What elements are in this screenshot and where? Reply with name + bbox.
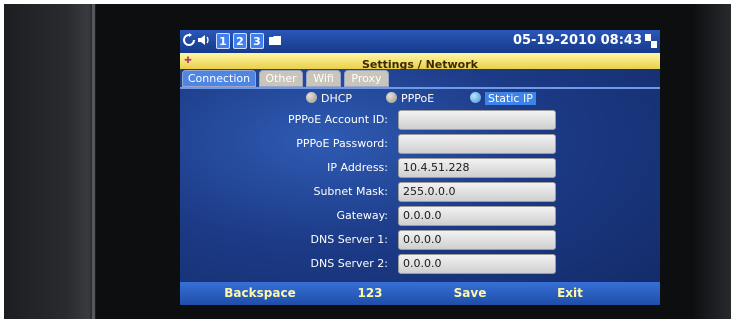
radio-static-ip[interactable]: Static IP	[470, 91, 536, 107]
line-3-indicator: 3	[250, 33, 264, 49]
input-mode-softkey[interactable]: 123	[340, 282, 400, 305]
photo-background: 1 2 3 05-19-2010 08:43 ✚ Settings / Netw…	[0, 0, 735, 323]
exit-softkey[interactable]: Exit	[540, 282, 600, 305]
backspace-softkey[interactable]: Backspace	[210, 282, 310, 305]
line-1-indicator: 1	[216, 33, 230, 49]
subnet-mask-input[interactable]: 255.0.0.0	[398, 182, 556, 202]
line-2-indicator: 2	[233, 33, 247, 49]
speaker-icon	[197, 33, 213, 49]
folder-icon	[268, 33, 282, 49]
tab-other[interactable]: Other	[259, 70, 303, 87]
date-time: 05-19-2010 08:43	[512, 33, 642, 48]
app-icon: ✚	[184, 56, 192, 66]
device-right-panel	[695, 0, 735, 323]
subnet-mask-label: Subnet Mask:	[313, 185, 388, 198]
softkey-bar: Backspace 123 Save Exit	[180, 282, 660, 305]
dns-server-1-label: DNS Server 1:	[310, 233, 388, 246]
radio-label: PPPoE	[401, 92, 435, 105]
save-softkey[interactable]: Save	[440, 282, 500, 305]
device-side-panel	[0, 0, 96, 323]
radio-label: DHCP	[321, 92, 353, 105]
radio-dhcp[interactable]: DHCP	[306, 91, 352, 107]
radio-pppoe[interactable]: PPPoE	[386, 91, 434, 107]
gateway-input[interactable]: 0.0.0.0	[398, 206, 556, 226]
lcd-screen: 1 2 3 05-19-2010 08:43 ✚ Settings / Netw…	[180, 30, 660, 305]
tab-connection[interactable]: Connection	[182, 70, 256, 87]
radio-button-icon	[306, 92, 317, 103]
pppoe-password-label: PPPoE Password:	[296, 137, 388, 150]
pppoe-account-id-label: PPPoE Account ID:	[287, 113, 388, 126]
device-edge	[92, 0, 95, 323]
dns-server-2-label: DNS Server 2:	[310, 257, 388, 270]
tab-wifi[interactable]: Wifi	[306, 70, 341, 87]
radio-selected-icon	[470, 92, 481, 103]
status-bar: 1 2 3 05-19-2010 08:43	[180, 30, 660, 53]
ip-address-label: IP Address:	[327, 161, 388, 174]
dns-server-2-input[interactable]: 0.0.0.0	[398, 254, 556, 274]
pppoe-account-id-input[interactable]	[398, 110, 556, 130]
title-bar: ✚ Settings / Network	[180, 53, 660, 71]
radio-button-icon	[386, 92, 397, 103]
gateway-label: Gateway:	[336, 209, 389, 222]
pppoe-password-input[interactable]	[398, 134, 556, 154]
ip-address-input[interactable]: 10.4.51.228	[398, 158, 556, 178]
dns-server-1-input[interactable]: 0.0.0.0	[398, 230, 556, 250]
refresh-icon	[183, 33, 195, 49]
radio-label: Static IP	[485, 92, 536, 105]
tab-proxy[interactable]: Proxy	[344, 70, 389, 87]
network-status-icon	[645, 34, 657, 48]
